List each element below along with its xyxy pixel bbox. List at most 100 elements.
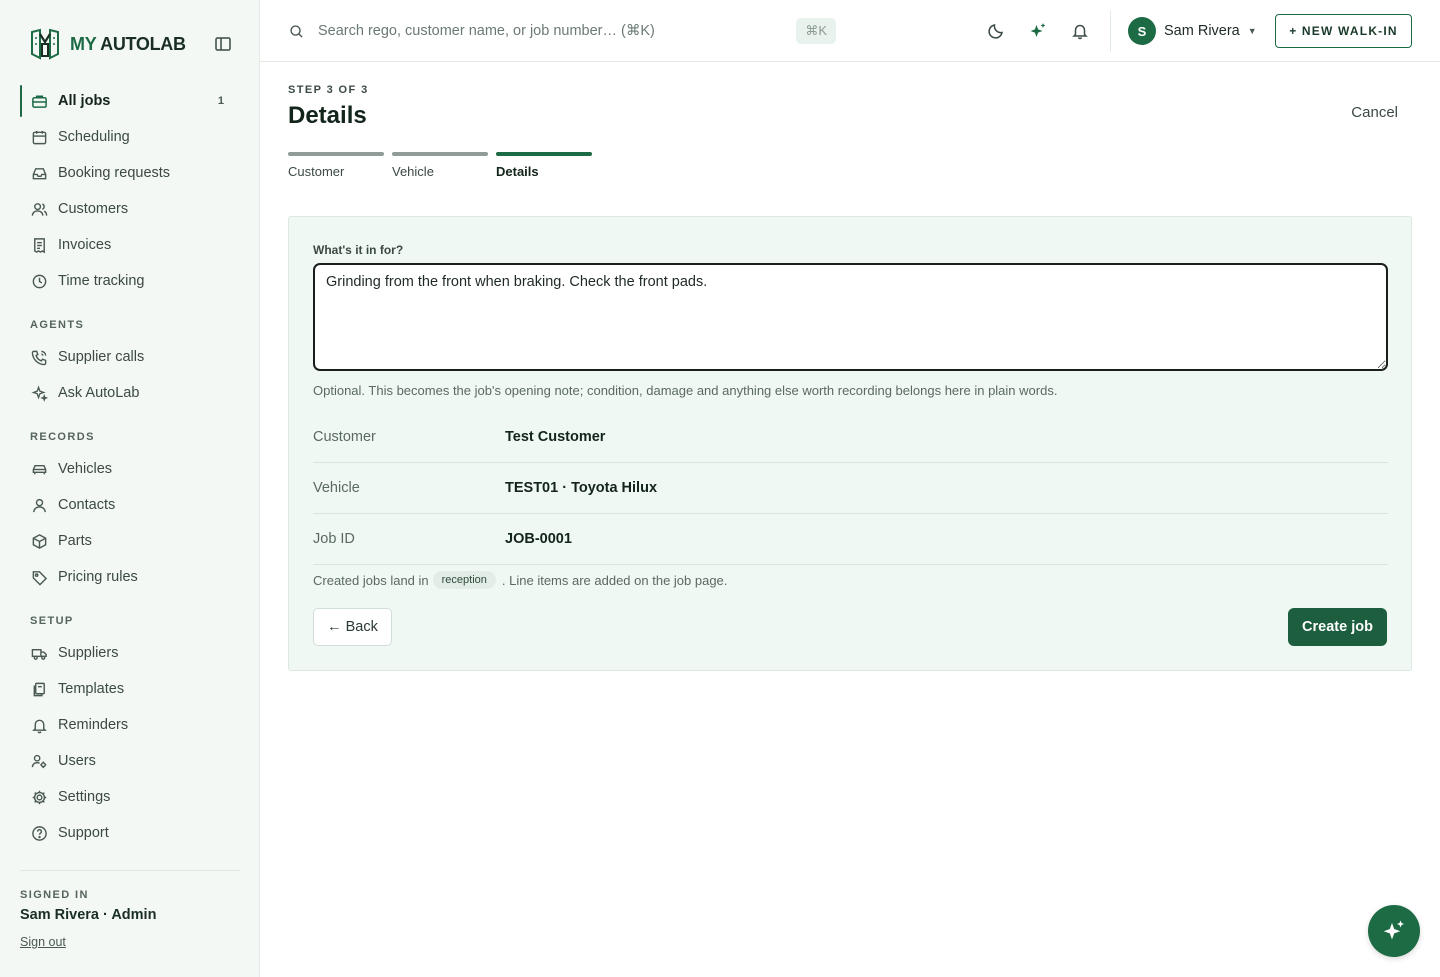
- sign-out-link[interactable]: Sign out: [20, 935, 66, 949]
- sidebar-item-scheduling[interactable]: Scheduling: [20, 119, 240, 155]
- brand-name: MY AUTOLAB: [70, 34, 186, 55]
- phone-call-icon: [30, 348, 48, 366]
- avatar: S: [1128, 17, 1156, 45]
- sidebar-item-suppliers[interactable]: Suppliers: [20, 635, 240, 671]
- bell-icon: [30, 716, 48, 734]
- calendar-icon: [30, 128, 48, 146]
- brand-my: MY: [70, 33, 97, 54]
- sidebar-item-label: Supplier calls: [58, 349, 145, 365]
- search-icon: [288, 23, 304, 39]
- gear-icon: [30, 788, 48, 806]
- sidebar-collapse-button[interactable]: [213, 34, 233, 54]
- sidebar-item-label: Time tracking: [58, 273, 145, 289]
- bell-icon: [1072, 24, 1088, 40]
- summary-value: Test Customer: [505, 429, 606, 445]
- summary-list: Customer Test Customer Vehicle TEST01 · …: [313, 412, 1388, 565]
- sidebar-item-invoices[interactable]: Invoices: [20, 227, 240, 263]
- sidebar-item-label: Settings: [58, 789, 111, 805]
- sidebar-item-pricing-rules[interactable]: Pricing rules: [20, 559, 240, 595]
- chevron-down-icon: ▼: [1247, 26, 1257, 36]
- truck-icon: [30, 644, 48, 662]
- user-icon: [30, 496, 48, 514]
- moon-icon: [988, 24, 1003, 39]
- step-bar: [392, 152, 488, 156]
- user-menu[interactable]: S Sam Rivera ▼: [1128, 16, 1257, 46]
- page-title: Details: [288, 102, 367, 129]
- stepper: Customer Vehicle Details: [288, 152, 600, 179]
- details-card: What's it in for? Grinding from the fron…: [288, 216, 1412, 671]
- sidebar-item-customers[interactable]: Customers: [20, 191, 240, 227]
- sparkle-icon: [1383, 920, 1404, 940]
- sidebar-item-settings[interactable]: Settings: [20, 779, 240, 815]
- sidebar-item-supplier-calls[interactable]: Supplier calls: [20, 339, 240, 375]
- sidebar-item-label: Suppliers: [58, 645, 119, 661]
- user-name: Sam Rivera: [1164, 23, 1240, 39]
- search-input[interactable]: [318, 23, 778, 39]
- ai-assistant-fab[interactable]: [1368, 905, 1420, 957]
- field-help-text: Optional. This becomes the job's opening…: [313, 383, 1058, 398]
- sidebar-item-users[interactable]: Users: [20, 743, 240, 779]
- sidebar-nav: All jobs 1 Scheduling Booking requests C…: [20, 83, 240, 851]
- sidebar-item-booking-requests[interactable]: Booking requests: [20, 155, 240, 191]
- new-walk-in-button[interactable]: + NEW WALK-IN: [1275, 14, 1412, 48]
- step-bar: [496, 152, 592, 156]
- summary-value: TEST01 · Toyota Hilux: [505, 480, 658, 496]
- sidebar-item-label: Customers: [58, 201, 129, 217]
- users-icon: [30, 200, 48, 218]
- sidebar-item-templates[interactable]: Templates: [20, 671, 240, 707]
- sidebar-item-reminders[interactable]: Reminders: [20, 707, 240, 743]
- receipt-icon: [30, 236, 48, 254]
- step-vehicle[interactable]: Vehicle: [392, 152, 488, 179]
- sidebar-item-label: Invoices: [58, 237, 112, 253]
- summary-row-job-id: Job ID JOB-0001: [313, 514, 1388, 565]
- package-icon: [30, 532, 48, 550]
- sidebar-item-ask-autolab[interactable]: Ask AutoLab: [20, 375, 240, 411]
- step-indicator: STEP 3 OF 3: [288, 84, 369, 96]
- section-setup: SETUP: [30, 615, 74, 627]
- sidebar-item-label: Support: [58, 825, 109, 841]
- summary-row-vehicle: Vehicle TEST01 · Toyota Hilux: [313, 463, 1388, 514]
- summary-row-customer: Customer Test Customer: [313, 412, 1388, 463]
- topbar-divider: [1110, 10, 1111, 52]
- step-bar: [288, 152, 384, 156]
- job-landing-note: Created jobs land in reception . Line it…: [313, 571, 727, 589]
- brand[interactable]: MY AUTOLAB: [28, 28, 186, 60]
- step-customer[interactable]: Customer: [288, 152, 384, 179]
- job-reason-label: What's it in for?: [313, 243, 404, 257]
- search-bar: ⌘K: [288, 16, 836, 46]
- signed-in-user: Sam Rivera · Admin: [20, 907, 157, 923]
- sidebar-item-time-tracking[interactable]: Time tracking: [20, 263, 240, 299]
- sidebar-item-label: Scheduling: [58, 129, 130, 145]
- brand-rest: AUTOLAB: [100, 33, 186, 54]
- theme-toggle-button[interactable]: [985, 20, 1007, 42]
- notifications-button[interactable]: [1069, 20, 1091, 42]
- sidebar-item-contacts[interactable]: Contacts: [20, 487, 240, 523]
- cancel-button[interactable]: Cancel: [1351, 104, 1398, 121]
- ai-assistant-button[interactable]: [1027, 20, 1049, 42]
- sidebar-item-support[interactable]: Support: [20, 815, 240, 851]
- briefcase-icon: [30, 92, 48, 110]
- sidebar-toggle-icon: [215, 37, 231, 51]
- summary-key: Job ID: [313, 531, 355, 547]
- signed-in-panel: SIGNED IN Sam Rivera · Admin Sign out: [20, 870, 240, 951]
- sidebar-item-vehicles[interactable]: Vehicles: [20, 451, 240, 487]
- note-text-before: Created jobs land in: [313, 572, 429, 588]
- sidebar-item-label: Contacts: [58, 497, 116, 513]
- create-job-button[interactable]: Create job: [1288, 608, 1387, 646]
- sidebar-item-label: Templates: [58, 681, 125, 697]
- summary-key: Customer: [313, 429, 376, 445]
- step-label: Vehicle: [392, 164, 434, 179]
- sidebar-item-label: Pricing rules: [58, 569, 138, 585]
- shortcut-badge: ⌘K: [796, 18, 836, 44]
- sidebar-item-label: Reminders: [58, 717, 129, 733]
- sidebar-item-label: Vehicles: [58, 461, 113, 477]
- sidebar-item-parts[interactable]: Parts: [20, 523, 240, 559]
- job-reason-textarea[interactable]: Grinding from the front when braking. Ch…: [313, 263, 1388, 371]
- step-label: Details: [496, 164, 539, 179]
- sidebar-item-all-jobs[interactable]: All jobs 1: [20, 83, 240, 119]
- users-cog-icon: [30, 752, 48, 770]
- job-count-badge: 1: [217, 95, 224, 107]
- sidebar-item-label: Booking requests: [58, 165, 171, 181]
- step-details[interactable]: Details: [496, 152, 592, 179]
- back-button[interactable]: ← Back: [313, 608, 392, 646]
